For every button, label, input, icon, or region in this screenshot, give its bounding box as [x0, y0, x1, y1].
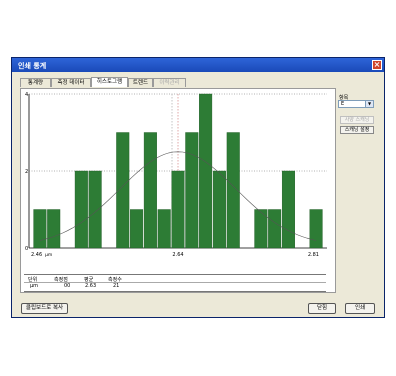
- histogram-bar: [33, 209, 47, 249]
- y-tick-label: 2: [25, 169, 28, 175]
- histogram-bar: [130, 209, 144, 249]
- statistics-dialog: 인쇄 통계 × 통계량 측정 데이터 히스토그램 트렌드 이력관리 0 2 4 2.4…: [11, 57, 385, 318]
- cell-unit: μm: [30, 283, 39, 289]
- histogram-bar: [171, 170, 185, 249]
- close-button[interactable]: 닫힘: [308, 303, 336, 314]
- spec-scan-button: 사양 스캐닝: [340, 116, 374, 124]
- close-icon[interactable]: ×: [372, 60, 382, 70]
- histogram-bar: [212, 170, 226, 249]
- histogram-panel: 0 2 4 2.46 2.64 2.81 μm: [20, 88, 336, 293]
- x-tick-label: 2.81: [308, 252, 319, 258]
- item-select-value: E: [341, 101, 345, 107]
- table-divider-top: [24, 274, 326, 275]
- scan-settings-button[interactable]: 스캐닝 설정: [340, 126, 374, 134]
- histogram-bar: [185, 132, 199, 249]
- histogram-bar: [268, 209, 282, 249]
- table-divider-bottom: [24, 291, 326, 292]
- histogram-bar: [74, 170, 88, 249]
- tab-statistics[interactable]: 통계량: [20, 78, 51, 87]
- histogram-bar: [309, 209, 323, 249]
- histogram-bar: [157, 209, 171, 249]
- histogram-bar: [47, 209, 61, 249]
- histogram-chart: 0 2 4 2.46 2.64 2.81 μm: [25, 92, 327, 258]
- tab-histogram[interactable]: 히스토그램: [91, 77, 128, 87]
- histogram-bar: [281, 170, 295, 249]
- y-tick-label: 4: [25, 92, 28, 98]
- print-button[interactable]: 인쇄: [345, 303, 375, 314]
- histogram-bar: [143, 132, 157, 249]
- item-select[interactable]: E ▼: [338, 100, 374, 108]
- histogram-bar: [88, 170, 102, 249]
- chevron-down-icon[interactable]: ▼: [365, 101, 373, 107]
- tab-measurement-data[interactable]: 측정 데이터: [51, 78, 91, 87]
- dialog-title: 인쇄 통계: [18, 62, 47, 70]
- copy-clipboard-button[interactable]: 클립보드로 복사: [21, 303, 68, 314]
- cell-mean: 2.63: [85, 283, 97, 289]
- tab-trend[interactable]: 트렌드: [128, 78, 153, 87]
- x-tick-label: 2.46: [31, 252, 42, 258]
- summary-table: 단위 측정점 평균 측정수 μm 00 2.63 21: [24, 274, 326, 292]
- x-tick-label: 2.64: [172, 252, 183, 258]
- cell-count: 21: [113, 283, 120, 289]
- y-tick-label: 0: [25, 246, 28, 252]
- x-unit-label: μm: [45, 253, 52, 258]
- cell-points: 00: [64, 283, 71, 289]
- histogram-bar: [199, 93, 213, 249]
- tab-history: 이력관리: [153, 78, 186, 87]
- title-bar[interactable]: 인쇄 통계 ×: [12, 58, 384, 72]
